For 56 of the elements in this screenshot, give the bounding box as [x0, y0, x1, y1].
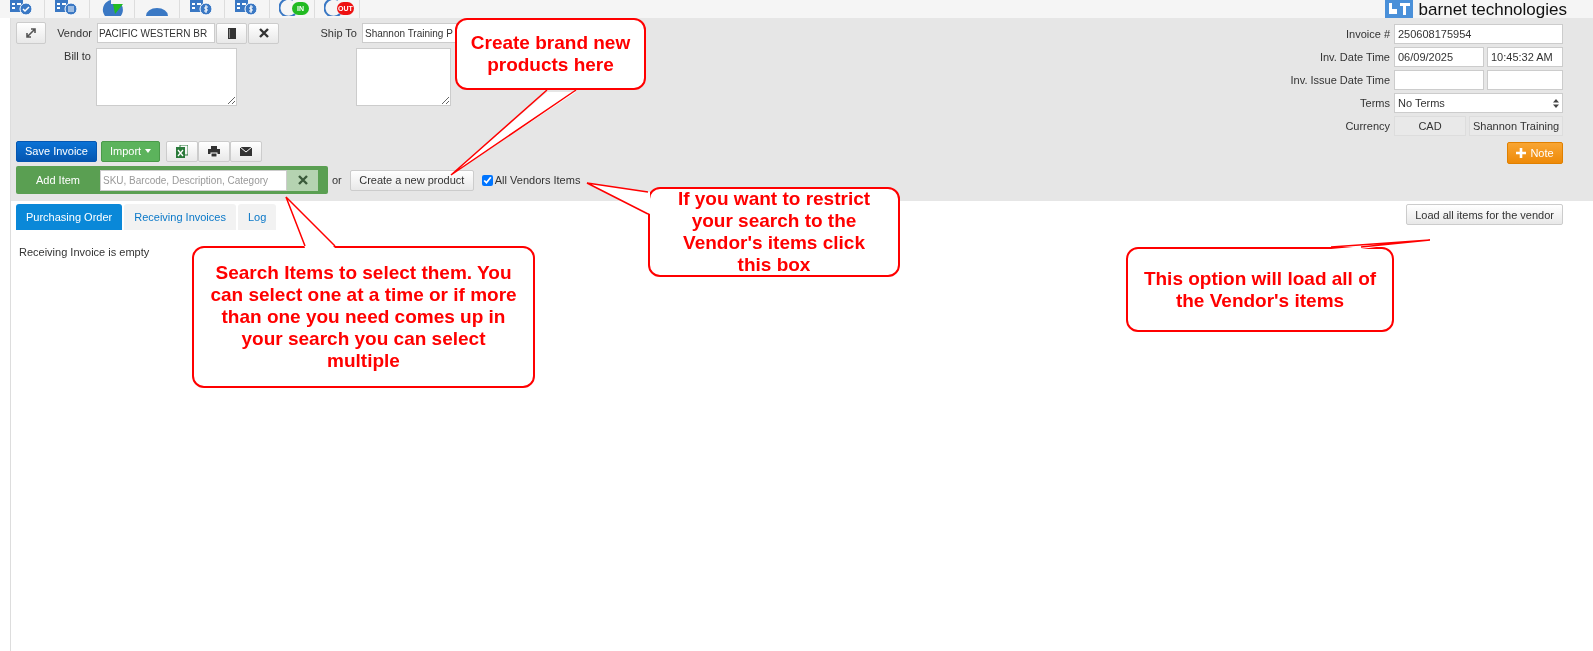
readonly-field: Shannon Training: [1469, 116, 1563, 136]
email-button[interactable]: [230, 140, 263, 162]
callout: Search Items to select them. You can select one at a time or if more than one you need comes up in your search you can select multiple: [192, 246, 535, 388]
ship-to-address-field[interactable]: [356, 48, 451, 106]
expand-button[interactable]: [16, 22, 46, 44]
bill-to-field[interactable]: [96, 48, 237, 106]
book-button[interactable]: [216, 22, 247, 44]
tab[interactable]: Log: [237, 204, 277, 230]
save-invoice-button[interactable]: Save Invoice: [16, 140, 97, 162]
envelope-icon: [240, 146, 253, 156]
excel-button[interactable]: [166, 140, 199, 162]
text-field[interactable]: 250608175954: [1394, 24, 1563, 44]
date-field[interactable]: [1394, 70, 1484, 90]
empty-message: Receiving Invoice is empty: [19, 246, 150, 258]
add-item-label: Add Item: [35, 174, 81, 186]
book-icon: [226, 27, 237, 39]
date-field[interactable]: 06/09/2025: [1394, 47, 1484, 67]
item-search-field[interactable]: SKU, Barcode, Description, Category: [100, 169, 287, 191]
brand-name: barnet technologies: [1418, 0, 1567, 18]
printer-icon: [208, 145, 221, 157]
or-label: or: [332, 174, 342, 186]
callout: Create brand new products here: [455, 18, 646, 90]
tab[interactable]: Purchasing Order: [16, 204, 123, 230]
spreadsheet-icon: [176, 144, 189, 158]
load-all-button[interactable]: Load all items for the vendor: [1406, 204, 1563, 225]
tab[interactable]: Receiving Invoices: [124, 204, 236, 230]
plus-icon: [1516, 148, 1527, 158]
terms-select[interactable]: No Terms: [1394, 93, 1563, 113]
checkbox-label: All Vendors Items: [494, 174, 581, 186]
print-button[interactable]: [198, 140, 231, 162]
clear-button[interactable]: [248, 22, 279, 44]
time-field[interactable]: [1487, 70, 1563, 90]
user-icon: [146, 7, 168, 16]
callout-pointer: [285, 196, 336, 248]
callout: If you want to restrict your search to the Vendor's items click this box: [648, 187, 900, 277]
vendor-field[interactable]: PACIFIC WESTERN BR: [97, 23, 215, 43]
expand-icon: [25, 27, 37, 39]
close-icon: [258, 28, 269, 38]
field-label: Inv. Date Time: [1318, 51, 1390, 63]
field-label: Bill to: [63, 50, 91, 62]
sort-arrows-icon: [1553, 98, 1559, 108]
field-label: Inv. Issue Date Time: [1290, 74, 1390, 86]
close-icon: [297, 175, 308, 185]
field-label: Invoice #: [1344, 28, 1390, 40]
time-field[interactable]: 10:45:32 AM: [1487, 47, 1563, 67]
clear-search-button[interactable]: [287, 169, 318, 191]
field-label: Terms: [1359, 97, 1390, 109]
create-product-button[interactable]: Create a new product: [349, 169, 474, 191]
currency-field: CAD: [1394, 116, 1466, 136]
checkbox[interactable]: [481, 174, 493, 186]
caret-icon: [145, 149, 152, 153]
callout-pointer: [586, 182, 650, 215]
field-label: Ship To: [319, 27, 357, 39]
ship-to-field[interactable]: Shannon Training P: [362, 23, 457, 43]
field-label: Vendor: [56, 27, 92, 39]
field-label: Currency: [1344, 120, 1390, 132]
